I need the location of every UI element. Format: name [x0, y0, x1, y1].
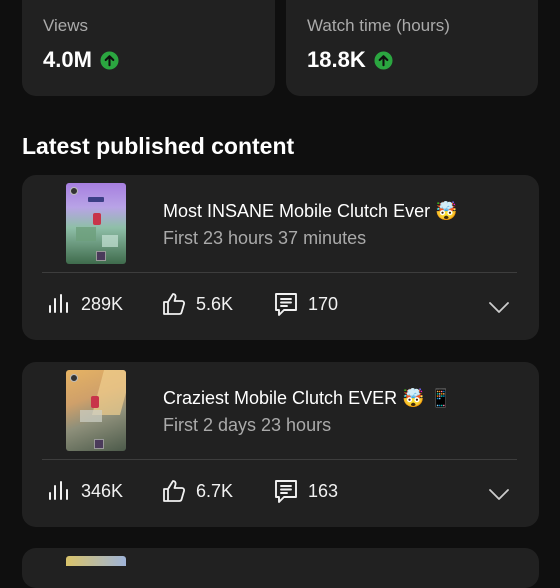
- watch-time-label: Watch time (hours): [307, 16, 450, 35]
- thumbnail-badge-icon: [94, 439, 104, 449]
- video-title[interactable]: Most INSANE Mobile Clutch Ever 🤯: [163, 201, 458, 222]
- comments-metric: 163: [273, 478, 338, 504]
- watch-time-stat-card[interactable]: Watch time (hours) 18.8K: [286, 0, 538, 96]
- arrow-up-circle-icon: [100, 50, 119, 70]
- video-thumbnail[interactable]: [66, 370, 126, 451]
- arrow-up-circle-icon: [374, 50, 393, 70]
- video-thumbnail[interactable]: [66, 183, 126, 264]
- chevron-down-icon[interactable]: [487, 295, 511, 319]
- views-label: Views: [43, 16, 89, 35]
- thumbs-up-icon: [163, 480, 186, 502]
- comments-count: 170: [308, 293, 339, 314]
- thumbs-up-icon: [163, 293, 186, 315]
- comments-metric: 170: [273, 291, 338, 317]
- views-metric: 289K: [46, 291, 123, 317]
- video-subtitle: First 2 days 23 hours: [163, 415, 332, 435]
- likes-metric: 6.7K: [161, 478, 233, 504]
- likes-count: 5.6K: [196, 293, 234, 314]
- bar-chart-icon: [49, 481, 68, 500]
- watch-time-value: 18.8K: [307, 47, 366, 72]
- likes-metric: 5.6K: [161, 291, 233, 317]
- views-stat-card[interactable]: Views 4.0M: [22, 0, 275, 96]
- views-value-row: 4.0M: [43, 47, 119, 73]
- likes-count: 6.7K: [196, 480, 234, 501]
- bar-chart-icon: [49, 294, 68, 313]
- video-subtitle: First 23 hours 37 minutes: [163, 228, 367, 248]
- video-card[interactable]: Most INSANE Mobile Clutch Ever 🤯 First 2…: [22, 175, 539, 340]
- thumbnail-avatar-dot: [70, 374, 78, 382]
- video-thumbnail[interactable]: [66, 556, 126, 566]
- thumbnail-badge-icon: [96, 251, 106, 261]
- comments-count: 163: [308, 480, 339, 501]
- chevron-down-icon[interactable]: [487, 482, 511, 506]
- divider: [42, 272, 517, 273]
- views-metric: 346K: [46, 478, 123, 504]
- watch-time-value-row: 18.8K: [307, 47, 393, 73]
- comment-icon: [275, 480, 297, 503]
- views-count: 289K: [81, 293, 124, 314]
- comment-icon: [275, 293, 297, 316]
- thumbnail-avatar-dot: [70, 187, 78, 195]
- divider: [42, 459, 517, 460]
- video-card[interactable]: Craziest Mobile Clutch EVER 🤯 📱 First 2 …: [22, 362, 539, 527]
- section-title: Latest published content: [22, 133, 295, 159]
- views-count: 346K: [81, 480, 124, 501]
- video-title[interactable]: Craziest Mobile Clutch EVER 🤯 📱: [163, 388, 452, 409]
- views-value: 4.0M: [43, 47, 92, 72]
- video-card[interactable]: [22, 548, 539, 588]
